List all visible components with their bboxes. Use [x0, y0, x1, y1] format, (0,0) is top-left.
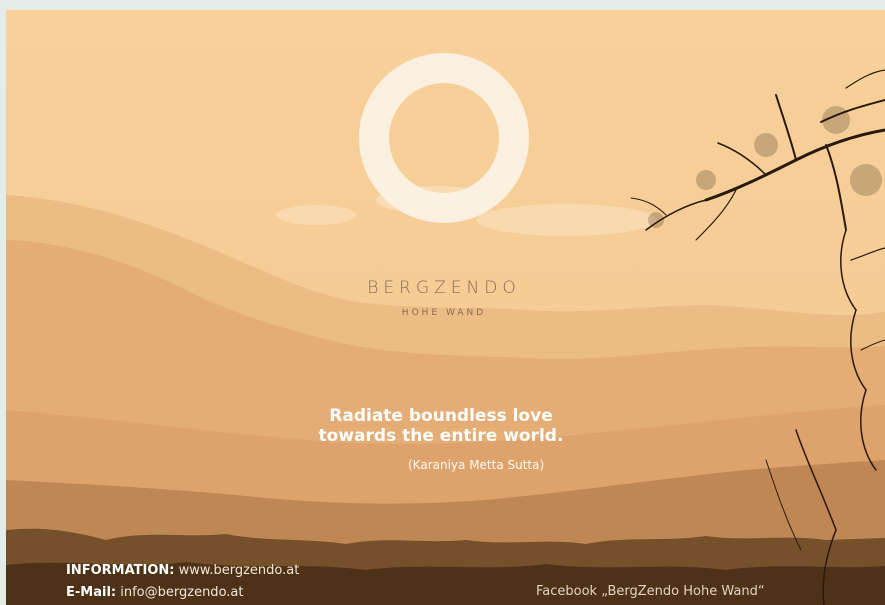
quote-line-1: Radiate boundless love [329, 406, 553, 426]
brand-subtitle: HOHE WAND [401, 308, 487, 318]
quote-line-2: towards the entire world. [318, 426, 564, 446]
info-label: INFORMATION: [66, 563, 175, 578]
info-row: INFORMATION: www.bergzendo.at [66, 560, 299, 582]
brand-name: BERGZENDO [367, 278, 521, 298]
contact-info: INFORMATION: www.bergzendo.at E-Mail: in… [66, 560, 299, 604]
ring-logo [359, 53, 529, 223]
website-link[interactable]: www.bergzendo.at [179, 563, 300, 578]
email-row: E-Mail: info@bergzendo.at [66, 582, 299, 604]
quote-source: (Karaniya Metta Sutta) [408, 458, 545, 472]
poster: BERGZENDO HOHE WAND Radiate boundless lo… [6, 10, 885, 605]
quote: Radiate boundless love towards the entir… [256, 406, 626, 446]
facebook-link[interactable]: Facebook „BergZendo Hohe Wand“ [536, 584, 765, 599]
email-label: E-Mail: [66, 585, 117, 600]
email-link[interactable]: info@bergzendo.at [120, 585, 243, 600]
